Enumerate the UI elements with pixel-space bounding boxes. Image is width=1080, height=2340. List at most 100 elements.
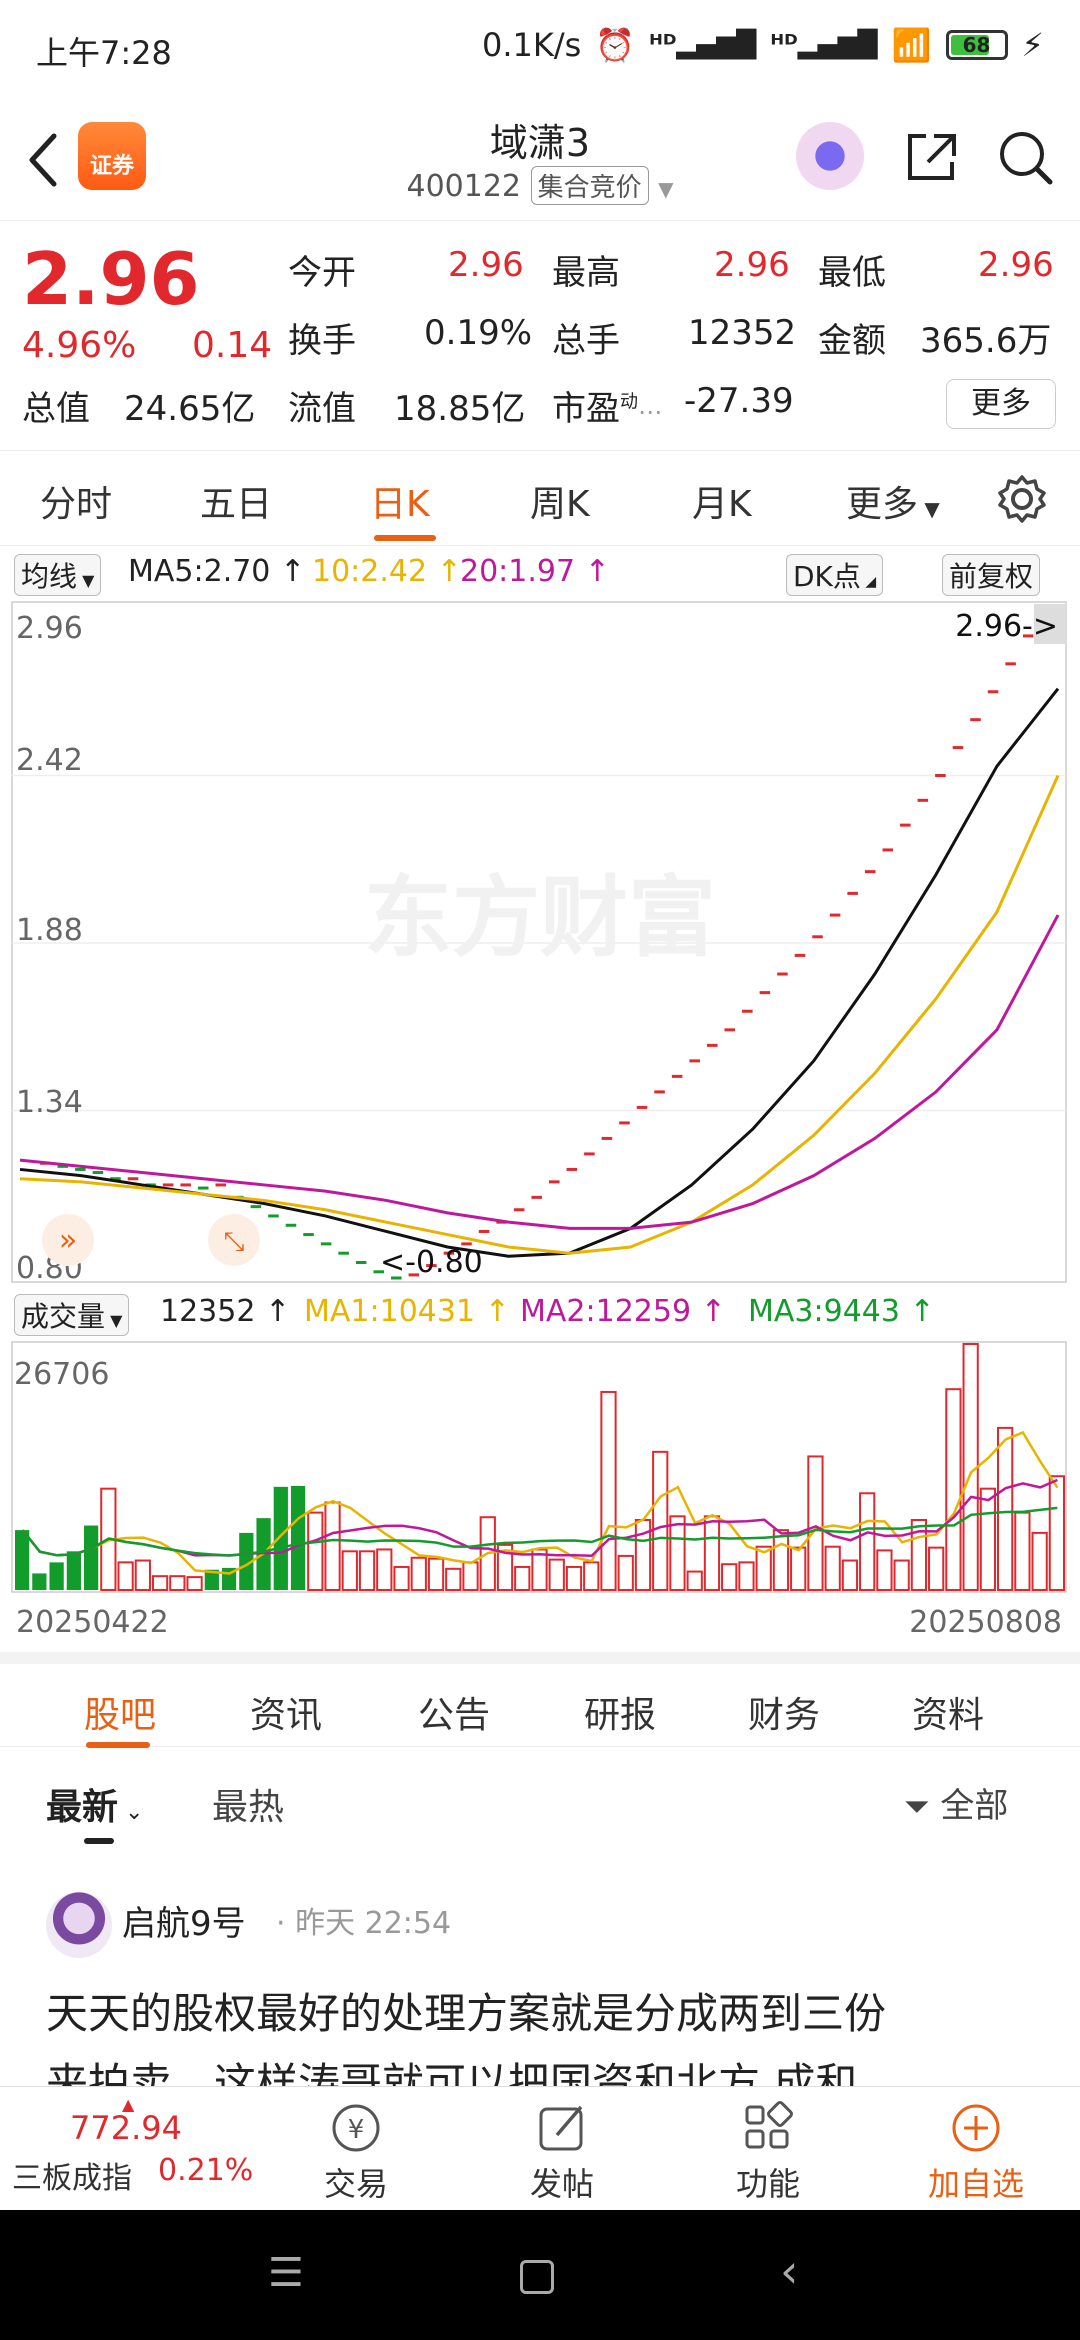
post-username[interactable]: 启航9号 [122,1896,246,1945]
price-axis-4: 1.34 [16,1085,83,1120]
low-label: 最低 [818,253,886,293]
volume-value: 12352 [688,313,797,353]
volume-bar-41 [721,1563,738,1591]
high-label: 最高 [552,253,620,293]
sort-hot[interactable]: 最热 [212,1778,284,1830]
charging-icon: ⚡ [1021,26,1044,64]
volume-bar-33 [583,1561,600,1591]
search-icon[interactable] [996,128,1056,188]
volume-bar-39 [686,1570,703,1592]
index-up-icon: ▲ [122,2095,135,2114]
index-value[interactable]: 772.94 [70,2109,182,2147]
volume-bar-21 [376,1548,393,1592]
tab-research[interactable]: 研报 [584,1686,656,1738]
float-value: 18.85亿 [394,389,526,429]
volume-bar-56 [979,1487,997,1591]
menu-nav-icon[interactable]: ☰ [268,2250,304,2296]
volume-legend: 成交量 ▼ 12352 ↑ MA1:10431 ↑ MA2:12259 ↑ MA… [0,1292,1080,1338]
volume-bar-3 [66,1551,81,1590]
user-avatar[interactable] [46,1892,112,1958]
signal-icon: ᴴᴰ▂▄▆█ [649,30,757,60]
volume-indicator-selector[interactable]: 成交量 ▼ [14,1294,130,1336]
signal-icon-2: ᴴᴰ▂▄▆█ [770,30,878,60]
filter-icon: ⏷ [904,1787,930,1825]
indicator-selector[interactable]: 均线 ▼ [14,554,102,596]
last-price-marker: 2.96-> [955,609,1058,644]
post-text-line1: 天天的股权最好的处理方案就是分成两到三份 [46,1989,887,2038]
settings-gear-icon[interactable] [996,473,1048,525]
battery-icon: 68 [945,30,1008,60]
pe-value: -27.39 [684,381,794,421]
tab-daily-k[interactable]: 日K [370,475,430,527]
volume-bar-34 [600,1390,617,1591]
date-start: 20250422 [16,1605,169,1640]
svg-text:⤡: ⤡ [224,1227,245,1257]
adjust-mode-button[interactable]: 前复权 [942,554,1041,596]
tab-forum[interactable]: 股吧 [84,1686,156,1738]
add-watchlist-button[interactable]: 加自选 [906,2097,1046,2205]
volume-bar-9 [169,1575,186,1591]
svg-text:¥: ¥ [348,2115,365,2145]
volume-bar-29 [514,1565,531,1591]
amount-value: 365.6万 [920,321,1052,361]
ma10-label: 10:2.42 ↑ [312,554,462,589]
volume-bar-36 [634,1518,652,1591]
volume-bar-2 [49,1562,64,1590]
trade-button[interactable]: ¥ 交易 [286,2097,426,2205]
back-nav-icon[interactable]: ‹ [780,2244,798,2298]
open-label: 今开 [288,253,356,293]
network-speed: 0.1K/s [481,26,582,64]
float-label: 流值 [288,389,356,429]
more-quote-button[interactable]: 更多 [946,379,1056,429]
price-axis-2: 2.42 [16,743,83,778]
volume-label: 总手 [552,321,620,361]
bottom-toolbar: 772.94 ▲ 三板成指 0.21% ¥ 交易 发帖 功能 加自选 [0,2086,1080,2210]
ma20-label: 20:1.97 ↑ [460,554,610,589]
status-time: 上午7:28 [36,34,172,72]
open-value: 2.96 [448,245,524,285]
tab-more[interactable]: 更多 ▼ [846,475,940,527]
volume-bar-54 [945,1388,962,1591]
volume-bar-19 [341,1550,358,1591]
active-tab-indicator [374,535,436,541]
vol-ma1-label: MA1:10431 ↑ [304,1294,510,1329]
home-nav-icon[interactable] [520,2260,554,2294]
volume-chart[interactable]: 26706 20250422 20250808 [0,1340,1080,1640]
volume-bar-0 [15,1530,30,1590]
assistant-avatar-icon[interactable] [796,122,864,190]
status-bar: 上午7:28 0.1K/s ⏰ ᴴᴰ▂▄▆█ ᴴᴰ▂▄▆█ 📶 68 ⚡ [0,0,1080,96]
volume-bar-45 [790,1546,807,1592]
sort-latest[interactable]: 最新 ⌄ [46,1778,143,1830]
volume-current: 12352 ↑ [160,1294,291,1329]
date-end: 20250808 [909,1605,1062,1640]
volume-bar-31 [548,1558,565,1592]
tab-profile[interactable]: 资料 [912,1686,984,1738]
content-tabs: 股吧 资讯 公告 研报 财务 资料 [0,1652,1080,1748]
filter-button[interactable]: ⏷ 全部 [904,1778,1008,1827]
tab-intraday[interactable]: 分时 [40,475,112,527]
function-button[interactable]: 功能 [698,2097,838,2205]
volume-bar-1 [32,1573,47,1590]
pe-label: 市盈动⋯ [552,389,662,429]
forum-sort-tabs: 最新 ⌄ 最热 ⏷ 全部 [0,1748,1080,1858]
stock-header: 证券 域潇3 400122 集合竞价 ▼ [0,100,1080,220]
ma-legend: 均线 ▼ MA5:2.70 ↑ 10:2.42 ↑ 20:1.97 ↑ DK点 … [0,552,1080,598]
volume-bar-53 [928,1546,945,1592]
share-icon[interactable] [904,128,960,184]
post-button[interactable]: 发帖 [492,2097,632,2205]
tab-announcements[interactable]: 公告 [418,1686,490,1738]
tab-weekly-k[interactable]: 周K [530,475,590,527]
price-axis-3: 1.88 [16,913,83,948]
tab-news[interactable]: 资讯 [250,1686,322,1738]
tab-monthly-k[interactable]: 月K [692,475,752,527]
tab-five-day[interactable]: 五日 [200,475,272,527]
chart-period-tabs: 分时 五日 日K 周K 月K 更多 ▼ [0,450,1080,546]
index-name[interactable]: 三板成指 [12,2153,132,2197]
volume-bar-17 [307,1511,324,1591]
tab-finance[interactable]: 财务 [748,1686,820,1738]
dk-point-button[interactable]: DK点 ◢ [786,554,884,596]
edit-icon [539,2105,583,2151]
sort-indicator [84,1838,114,1844]
kline-chart[interactable]: 东方财富 2.96 2.42 1.88 1.34 0.80 2.96-> <-0… [0,600,1080,1290]
watermark: 东方财富 [364,866,716,969]
